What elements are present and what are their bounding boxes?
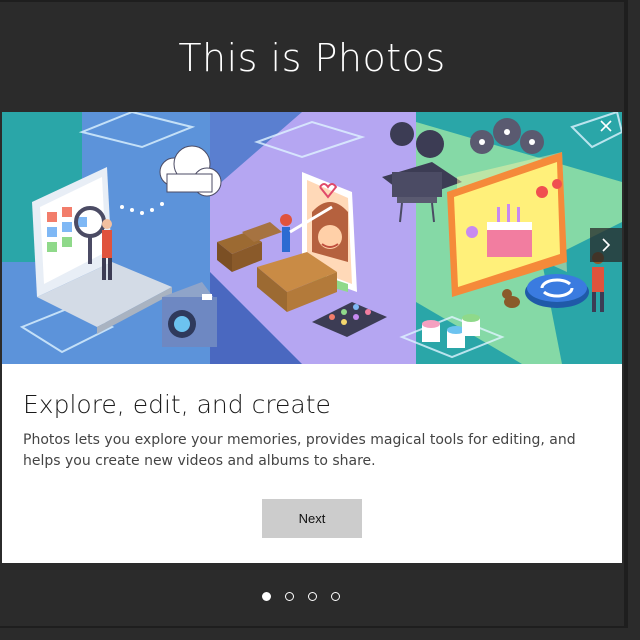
next-slide-button[interactable] — [590, 228, 622, 262]
pager-dot-3[interactable] — [308, 592, 317, 601]
app-window: This is Photos Explore, edit, and create… — [0, 0, 628, 628]
onboarding-card: Explore, edit, and create Photos lets yo… — [2, 112, 622, 563]
close-icon[interactable] — [598, 118, 614, 134]
card-heading: Explore, edit, and create — [23, 390, 331, 419]
chevron-right-icon — [602, 238, 611, 252]
page-title: This is Photos — [178, 36, 446, 80]
pager-dot-1[interactable] — [262, 592, 271, 601]
next-button[interactable]: Next — [262, 499, 362, 538]
pager-dot-4[interactable] — [331, 592, 340, 601]
pager-dot-2[interactable] — [285, 592, 294, 601]
hero-illustration — [2, 112, 622, 364]
pager — [262, 592, 340, 606]
top-border — [0, 0, 628, 2]
card-description: Photos lets you explore your memories, p… — [23, 432, 576, 469]
